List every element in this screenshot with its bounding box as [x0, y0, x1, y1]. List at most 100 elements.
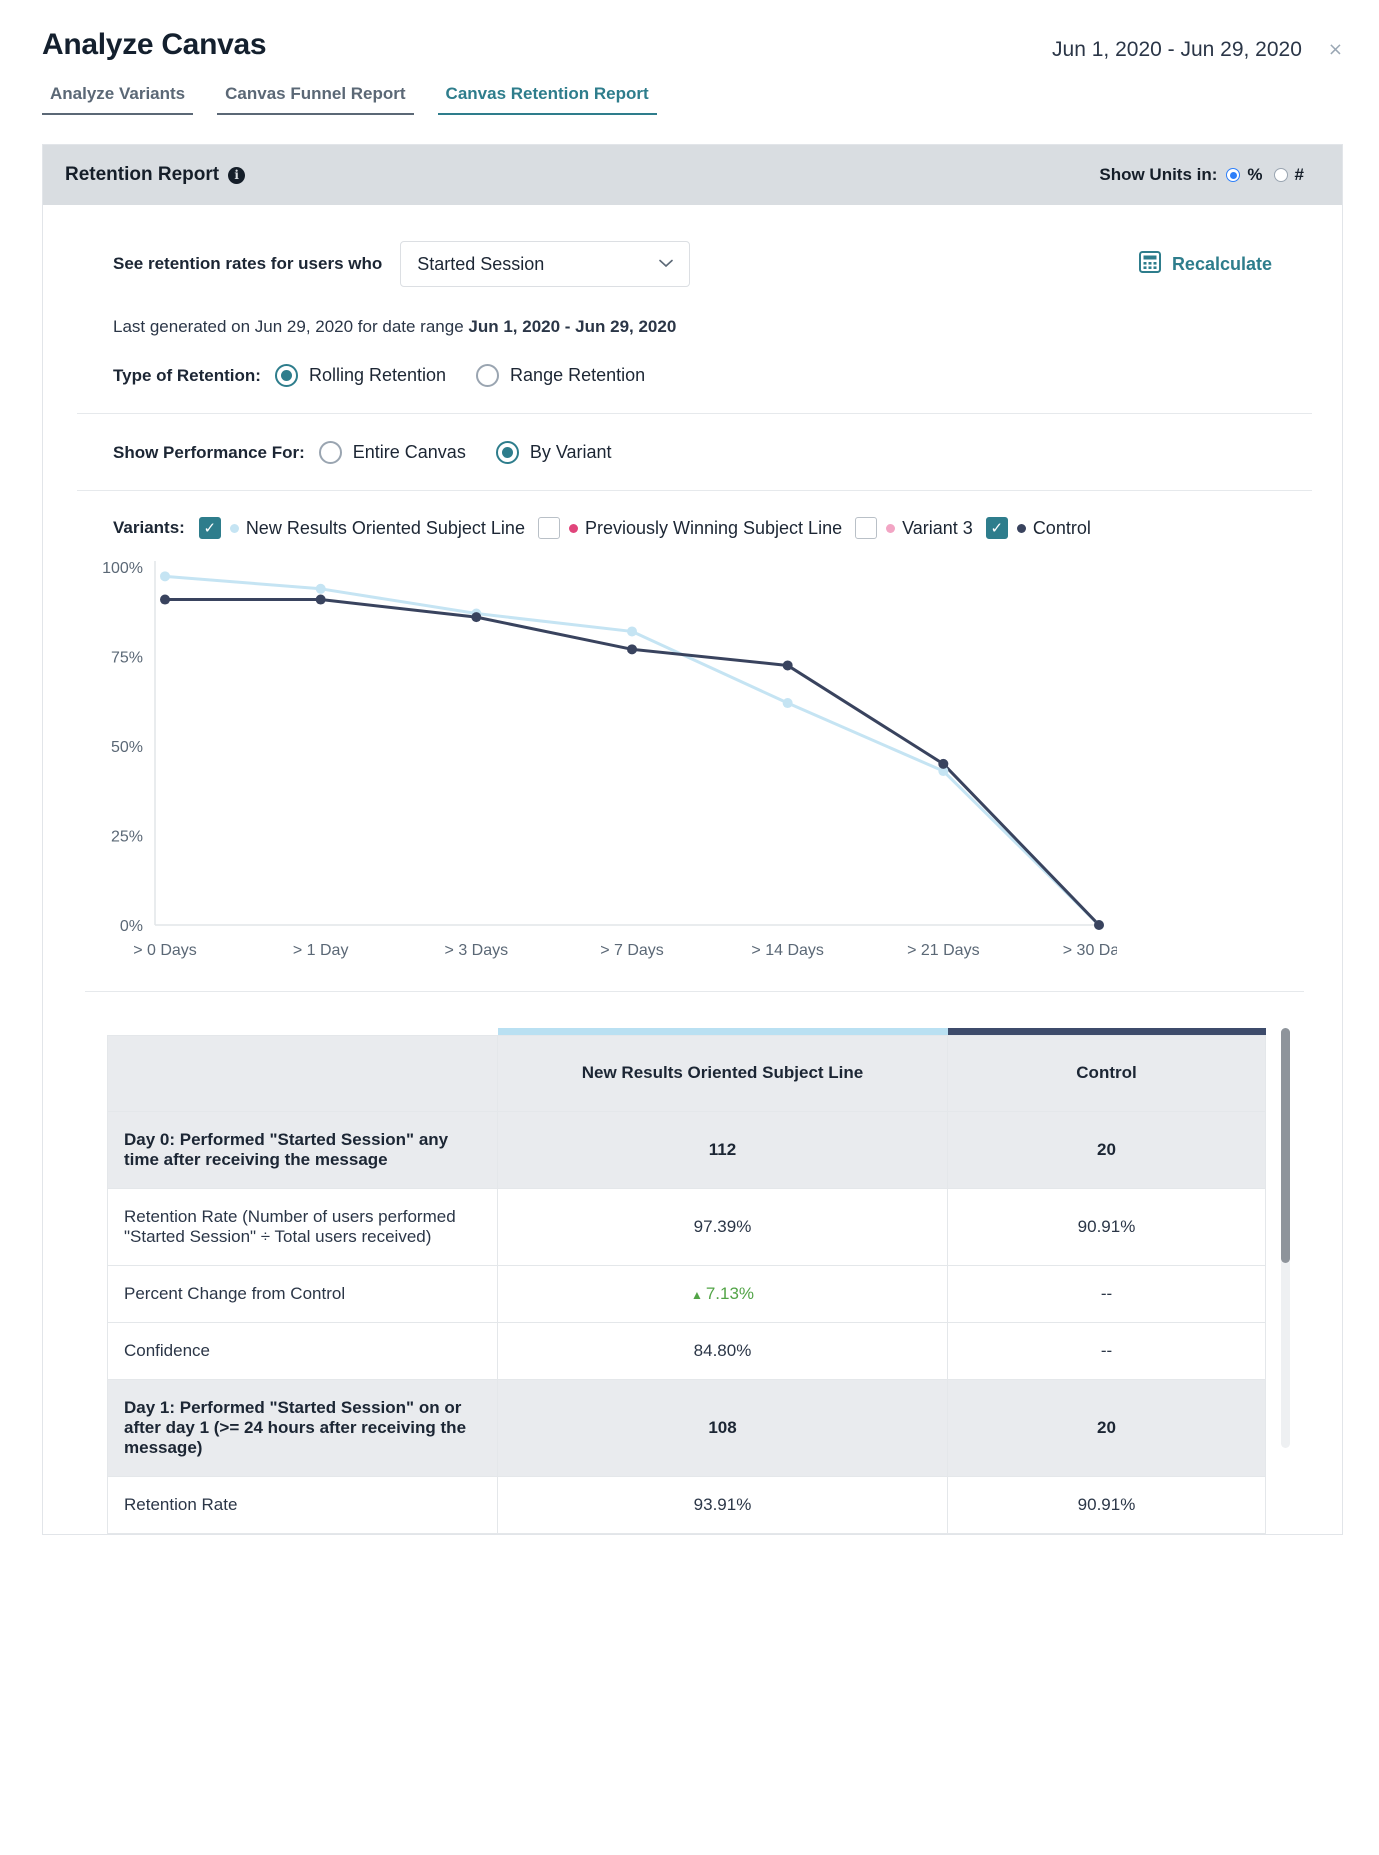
increase-arrow-icon: ▲: [690, 1287, 703, 1302]
accent-variant: [497, 1028, 948, 1035]
row-variant-value: 84.80%: [497, 1321, 948, 1380]
row-label: Retention Rate: [107, 1475, 498, 1534]
retention-report-card: Retention Report i Show Units in: % # Se…: [42, 144, 1343, 1535]
range-retention-radio[interactable]: [476, 364, 500, 387]
show-units-label: Show Units in:: [1099, 165, 1218, 184]
retention-chart-svg[interactable]: 0% 25% 50% 75% 100% > 0 Days > 1 Day > 3 Days > …: [77, 553, 1117, 983]
units-percent-radio[interactable]: [1226, 168, 1241, 182]
option-rolling-retention[interactable]: Rolling Retention: [274, 364, 447, 387]
by-variant-radio[interactable]: [495, 441, 519, 464]
units-count-radio[interactable]: [1273, 168, 1288, 182]
recalculate-label: Recalculate: [1171, 253, 1272, 274]
row-control-value: 20: [947, 1378, 1266, 1477]
recalculate-button[interactable]: Recalculate: [1138, 250, 1312, 278]
variant-color-dot: [886, 523, 896, 533]
table-scrollbar-thumb[interactable]: [1281, 1028, 1290, 1263]
close-icon[interactable]: ×: [1328, 41, 1343, 59]
variant-label-new-results: New Results Oriented Subject Line: [245, 517, 525, 538]
last-generated-range: Jun 1, 2020 - Jun 29, 2020: [468, 317, 677, 336]
variant-legend-item[interactable]: ✓ Variant 3: [855, 517, 973, 539]
tab-canvas-funnel-report[interactable]: Canvas Funnel Report: [217, 84, 414, 115]
row-control-value: 90.91%: [947, 1475, 1266, 1534]
variant-legend-item[interactable]: ✓ Previously Winning Subject Line: [537, 517, 842, 539]
svg-text:> 30 Days: > 30 Days: [1063, 942, 1117, 959]
tab-analyze-variants[interactable]: Analyze Variants: [42, 84, 194, 115]
accent-blank: [107, 1028, 498, 1035]
retention-table: New Results Oriented Subject Line Contro…: [107, 1028, 1266, 1534]
table-accent-row: [107, 1028, 1266, 1035]
type-of-retention-label: Type of Retention:: [113, 365, 261, 385]
row-variant-value: 93.91%: [497, 1475, 948, 1534]
tab-canvas-retention-report[interactable]: Canvas Retention Report: [437, 84, 657, 115]
row-label: Percent Change from Control: [107, 1264, 498, 1323]
svg-text:75%: 75%: [111, 650, 143, 667]
entire-canvas-radio[interactable]: [318, 441, 342, 464]
show-units-control: Show Units in: % #: [1099, 165, 1308, 185]
variants-legend: Variants: ✓ New Results Oriented Subject…: [77, 491, 1312, 539]
option-by-variant[interactable]: By Variant: [495, 441, 612, 464]
svg-text:0%: 0%: [120, 918, 143, 935]
range-retention-label: Range Retention: [510, 365, 646, 385]
rolling-retention-label: Rolling Retention: [308, 365, 447, 385]
variant-checkbox-control[interactable]: ✓: [985, 517, 1008, 539]
svg-text:50%: 50%: [111, 739, 143, 756]
svg-text:> 14 Days: > 14 Days: [751, 942, 823, 959]
retention-chart: 0% 25% 50% 75% 100% > 0 Days > 1 Day > 3 Days > …: [77, 539, 1312, 983]
variant-color-dot: [568, 523, 578, 533]
last-generated-text: Last generated on Jun 29, 2020 for date …: [77, 287, 1312, 337]
by-variant-label: By Variant: [529, 442, 612, 462]
units-percent-label: %: [1247, 165, 1263, 184]
table-body: Day 0: Performed "Started Session" any t…: [107, 1110, 1266, 1534]
variant-checkbox-variant-3[interactable]: ✓: [855, 517, 878, 539]
type-of-retention-row: Type of Retention: Rolling Retention Ran…: [77, 337, 1312, 414]
row-label: Day 1: Performed "Started Session" on or…: [107, 1378, 498, 1477]
table-header-row: New Results Oriented Subject Line Contro…: [107, 1034, 1266, 1112]
svg-text:> 1 Day: > 1 Day: [293, 942, 349, 959]
event-select[interactable]: Started Session: [400, 241, 691, 287]
row-control-value: 20: [947, 1110, 1266, 1189]
table-header-control: Control: [947, 1034, 1266, 1112]
chevron-down-icon: [659, 257, 674, 272]
last-generated-prefix: Last generated on Jun 29, 2020 for date …: [113, 317, 469, 336]
row-variant-value: ▲ 7.13%: [497, 1264, 948, 1323]
variant-color-dot: [1016, 523, 1026, 533]
retention-query-left: See retention rates for users who Starte…: [77, 241, 691, 287]
accent-control: [947, 1028, 1266, 1035]
calculator-icon: [1138, 250, 1161, 278]
table-row: Retention Rate (Number of users performe…: [107, 1187, 1266, 1266]
option-range-retention[interactable]: Range Retention: [476, 364, 645, 387]
variant-checkbox-previously-winning[interactable]: ✓: [537, 517, 560, 539]
card-body: See retention rates for users who Starte…: [43, 205, 1342, 1534]
table-head: New Results Oriented Subject Line Contro…: [107, 1028, 1266, 1112]
table-row: Day 0: Performed "Started Session" any t…: [107, 1110, 1266, 1189]
retention-query-label: See retention rates for users who: [113, 254, 383, 273]
variant-label-control: Control: [1032, 517, 1091, 538]
svg-text:100%: 100%: [102, 560, 143, 577]
row-control-value: --: [947, 1321, 1266, 1380]
page-header: Analyze Canvas Jun 1, 2020 - Jun 29, 202…: [0, 0, 1379, 62]
card-header-left: Retention Report i: [65, 164, 246, 186]
svg-text:> 7 Days: > 7 Days: [600, 942, 664, 959]
header-right: Jun 1, 2020 - Jun 29, 2020 ×: [1052, 28, 1343, 62]
row-variant-value: 108: [497, 1378, 948, 1477]
row-label: Confidence: [107, 1321, 498, 1380]
row-label: Retention Rate (Number of users performe…: [107, 1187, 498, 1266]
option-entire-canvas[interactable]: Entire Canvas: [318, 441, 466, 464]
row-variant-value: 97.39%: [497, 1187, 948, 1266]
variant-checkbox-new-results[interactable]: ✓: [198, 517, 221, 539]
variants-label: Variants:: [113, 518, 185, 537]
retention-table-area: New Results Oriented Subject Line Contro…: [77, 992, 1312, 1534]
table-row: Percent Change from Control ▲ 7.13% --: [107, 1264, 1266, 1323]
table-header-blank: [107, 1034, 498, 1112]
date-range-label[interactable]: Jun 1, 2020 - Jun 29, 2020: [1052, 38, 1302, 62]
table-row: Day 1: Performed "Started Session" on or…: [107, 1378, 1266, 1477]
table-row: Retention Rate 93.91% 90.91%: [107, 1475, 1266, 1534]
rolling-retention-radio[interactable]: [274, 364, 298, 387]
row-variant-value: 112: [497, 1110, 948, 1189]
page-title: Analyze Canvas: [42, 28, 267, 61]
row-control-value: 90.91%: [947, 1187, 1266, 1266]
show-performance-row: Show Performance For: Entire Canvas By V…: [77, 414, 1312, 491]
info-icon[interactable]: i: [228, 166, 246, 184]
variant-legend-item[interactable]: ✓ New Results Oriented Subject Line: [198, 517, 525, 539]
variant-legend-item[interactable]: ✓ Control: [985, 517, 1091, 539]
